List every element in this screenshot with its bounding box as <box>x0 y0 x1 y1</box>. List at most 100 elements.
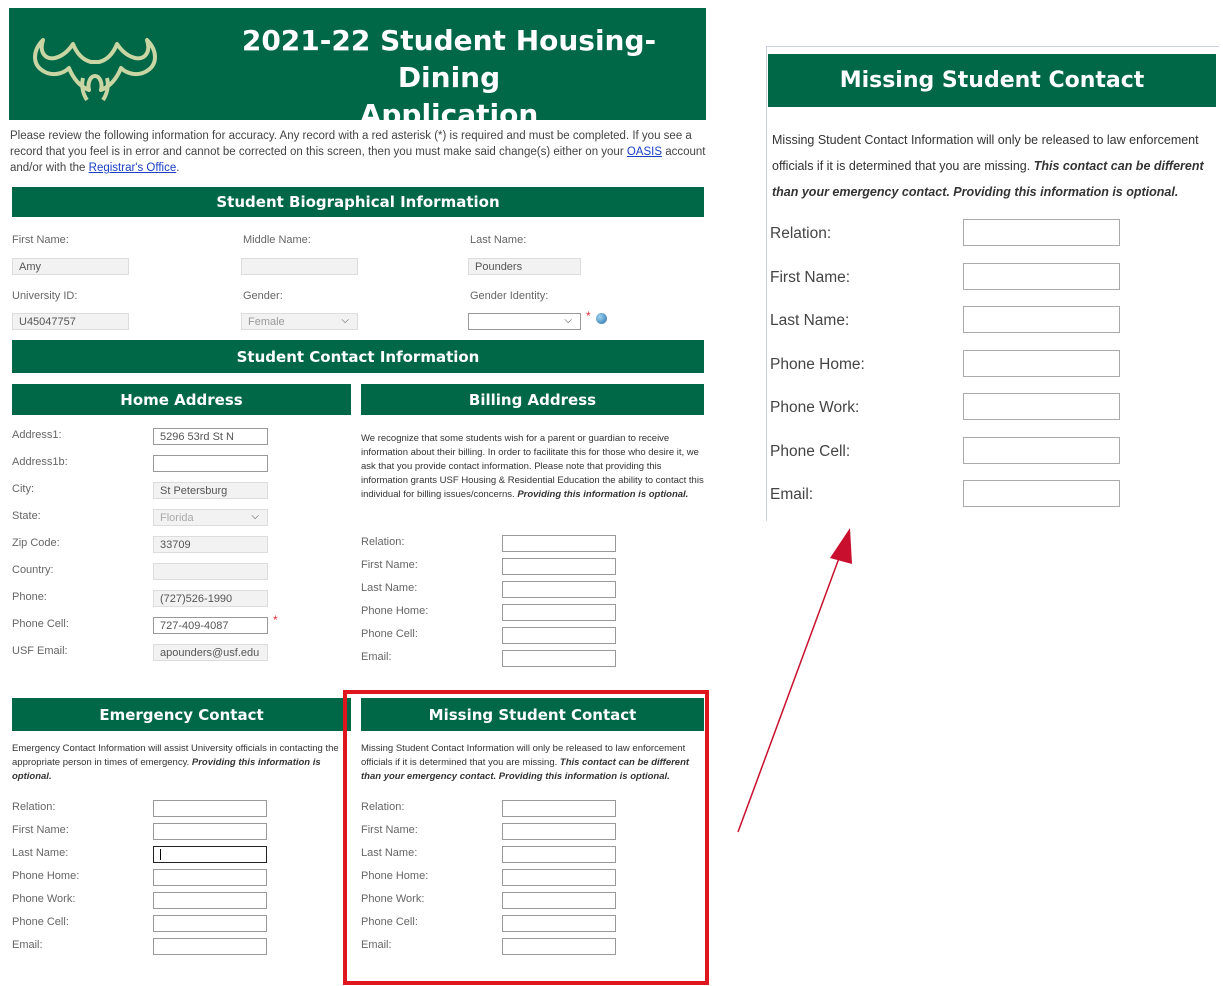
home-state-field[interactable]: Florida ⌵ <box>153 509 268 526</box>
header-banner: 2021-22 Student Housing-Dining Applicati… <box>9 8 706 131</box>
billing-last-name-label: Last Name: <box>361 582 418 594</box>
home-phone-label: Phone: <box>12 591 47 603</box>
missing-phone-work-input[interactable] <box>502 892 616 909</box>
zoomed-phone-work-input[interactable] <box>963 393 1120 420</box>
middle-name-label: Middle Name: <box>243 234 311 246</box>
home-address1b-field[interactable] <box>153 455 268 472</box>
contact-section-heading: Student Contact Information <box>12 340 704 373</box>
missing-phone-cell-label: Phone Cell: <box>361 916 418 928</box>
zoomed-row-phone-cell: Phone Cell: <box>770 436 1220 467</box>
missing-last-name-input[interactable] <box>502 846 616 863</box>
emergency-row-email: Email: <box>12 938 352 956</box>
billing-phone-cell-label: Phone Cell: <box>361 628 418 640</box>
zoomed-row-phone-home: Phone Home: <box>770 349 1220 380</box>
emergency-phone-home-input[interactable] <box>153 869 267 886</box>
emergency-first-name-input[interactable] <box>153 823 267 840</box>
emergency-last-name-input[interactable] <box>153 846 267 863</box>
billing-row-relation: Relation: <box>361 535 704 553</box>
emergency-row-first-name: First Name: <box>12 823 352 841</box>
home-address1-label: Address1: <box>12 429 62 441</box>
missing-last-name-label: Last Name: <box>361 847 418 859</box>
required-asterisk: * <box>273 613 278 627</box>
registrars-office-link[interactable]: Registrar's Office <box>89 162 177 174</box>
emergency-phone-cell-label: Phone Cell: <box>12 916 69 928</box>
home-usf-email-field[interactable]: apounders@usf.edu <box>153 644 268 661</box>
billing-row-phone-cell: Phone Cell: <box>361 627 704 645</box>
missing-phone-home-input[interactable] <box>502 869 616 886</box>
emergency-row-relation: Relation: <box>12 800 352 818</box>
text-cursor <box>160 849 161 860</box>
home-country-field[interactable] <box>153 563 268 580</box>
missing-relation-input[interactable] <box>502 800 616 817</box>
missing-first-name-label: First Name: <box>361 824 418 836</box>
gender-identity-select[interactable]: ⌵ <box>468 313 581 330</box>
bio-section-heading: Student Biographical Information <box>12 187 704 217</box>
emergency-row-phone-home: Phone Home: <box>12 869 352 887</box>
home-phone-cell-field[interactable]: 727-409-4087 <box>153 617 268 634</box>
gender-select[interactable]: Female ⌵ <box>241 313 358 330</box>
home-row-address1: Address1: 5296 53rd St N <box>12 428 352 448</box>
gender-identity-label: Gender Identity: <box>470 290 549 302</box>
zoomed-row-phone-work: Phone Work: <box>770 393 1220 423</box>
bull-logo-icon <box>33 38 157 102</box>
home-city-field[interactable]: St Petersburg <box>153 482 268 499</box>
missing-row-relation: Relation: <box>361 800 703 818</box>
billing-last-name-input[interactable] <box>502 581 616 598</box>
emergency-relation-input[interactable] <box>153 800 267 817</box>
missing-first-name-input[interactable] <box>502 823 616 840</box>
home-row-zip-code: Zip Code: 33709 <box>12 536 352 556</box>
missing-email-input[interactable] <box>502 938 616 955</box>
zoomed-phone-home-input[interactable] <box>963 349 1120 377</box>
emergency-last-name-label: Last Name: <box>12 847 69 859</box>
home-row-country: Country: <box>12 563 352 583</box>
zoomed-relation-input[interactable] <box>963 219 1120 246</box>
zoomed-phone-cell-input[interactable] <box>963 436 1120 464</box>
globe-help-icon[interactable] <box>596 313 607 324</box>
home-phone-field[interactable]: (727)526-1990 <box>153 590 268 607</box>
zoomed-first-name-input[interactable] <box>963 262 1120 290</box>
billing-row-first-name: First Name: <box>361 558 704 576</box>
zoomed-email-input[interactable] <box>963 480 1120 507</box>
emergency-email-input[interactable] <box>153 938 267 955</box>
billing-relation-input[interactable] <box>502 535 616 552</box>
zoomed-row-first-name: First Name: <box>770 262 1220 293</box>
zoomed-phone-home-label: Phone Home: <box>770 355 865 373</box>
required-asterisk: * <box>586 309 591 323</box>
zoomed-last-name-input[interactable] <box>963 306 1120 333</box>
home-address1-field[interactable]: 5296 53rd St N <box>153 428 268 445</box>
home-row-phone: Phone: (727)526-1990 <box>12 590 352 610</box>
home-row-phone-cell: Phone Cell: 727-409-4087 * <box>12 613 352 637</box>
billing-first-name-input[interactable] <box>502 558 616 575</box>
home-row-address1b: Address1b: <box>12 455 352 475</box>
billing-row-email: Email: <box>361 650 704 668</box>
missing-phone-cell-input[interactable] <box>502 915 616 932</box>
zoomed-row-last-name: Last Name: <box>770 306 1220 336</box>
billing-phone-cell-input[interactable] <box>502 627 616 644</box>
emergency-description: Emergency Contact Information will assis… <box>12 742 352 784</box>
oasis-link[interactable]: OASIS <box>627 146 662 158</box>
middle-name-field[interactable] <box>241 258 358 275</box>
billing-email-input[interactable] <box>502 650 616 667</box>
home-zip-code-field[interactable]: 33709 <box>153 536 268 553</box>
billing-address-heading: Billing Address <box>361 384 704 415</box>
emergency-phone-home-label: Phone Home: <box>12 870 80 882</box>
billing-phone-home-input[interactable] <box>502 604 616 621</box>
zoomed-missing-contact-heading: Missing Student Contact <box>768 54 1216 107</box>
first-name-field[interactable]: Amy <box>12 258 129 275</box>
zoomed-phone-cell-label: Phone Cell: <box>770 442 851 460</box>
missing-phone-work-label: Phone Work: <box>361 893 425 905</box>
university-id-field[interactable]: U45047757 <box>12 313 129 330</box>
emergency-phone-work-input[interactable] <box>153 892 267 909</box>
home-state-value: Florida <box>160 512 194 524</box>
missing-description: Missing Student Contact Information will… <box>361 742 703 784</box>
pointer-arrow <box>737 528 852 833</box>
gender-value: Female <box>248 316 285 328</box>
emergency-phone-cell-input[interactable] <box>153 915 267 932</box>
last-name-field[interactable]: Pounders <box>468 258 581 275</box>
missing-relation-label: Relation: <box>361 801 405 813</box>
billing-row-phone-home: Phone Home: <box>361 604 704 622</box>
title-line-1: 2021-22 Student Housing-Dining <box>241 24 657 94</box>
home-zip-code-value: 33709 <box>160 539 191 551</box>
intro-body: Please review the following information … <box>10 130 692 158</box>
billing-row-last-name: Last Name: <box>361 581 704 599</box>
